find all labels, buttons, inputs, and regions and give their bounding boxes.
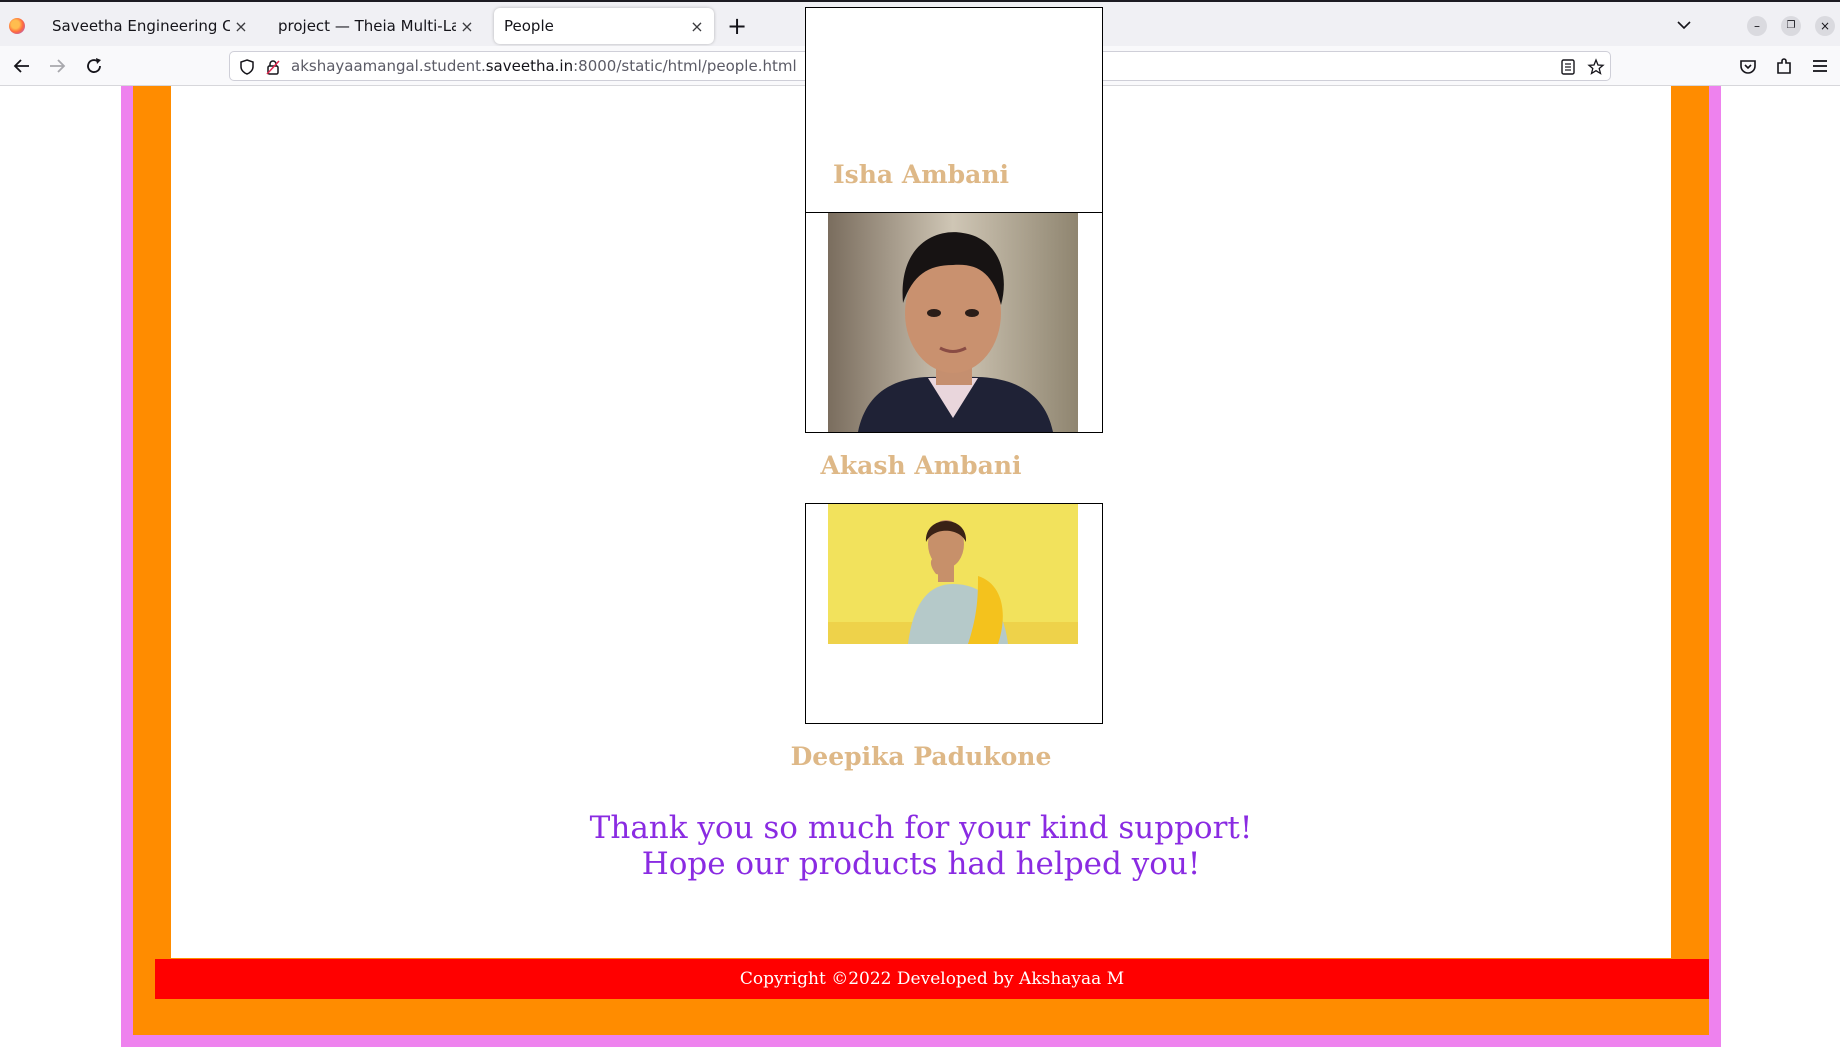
page-outer-border: Isha Ambani Akash Ambani Deepika Padukon… [121,7,1721,1047]
lock-icon[interactable] [264,58,282,76]
url-prefix: akshayaamangal.student. [291,57,486,75]
url-text[interactable]: akshayaamangal.student.saveetha.in:8000/… [291,57,797,75]
tab-label: People [504,17,554,35]
tab-saveetha[interactable]: Saveetha Engineering Colleg × [42,8,258,44]
person-name: Isha Ambani [832,160,1010,189]
minimize-icon[interactable]: – [1747,16,1767,36]
extensions-icon[interactable] [1772,54,1796,78]
person-name: Deepika Padukone [790,742,1052,771]
reload-icon[interactable] [82,54,106,78]
tab-project[interactable]: project — Theia Multi-Langu × [268,8,484,44]
reader-view-icon[interactable] [1559,58,1577,76]
tab-label: project — Theia Multi-Langu [278,17,456,35]
thanks-message-line1: Thank you so much for your kind support! [589,810,1253,846]
person-name: Akash Ambani [820,451,1022,480]
forward-icon[interactable] [45,54,69,78]
content-area: Isha Ambani Akash Ambani Deepika Padukon… [171,7,1671,958]
url-host: saveetha.in [485,57,574,75]
close-icon[interactable]: × [690,17,704,36]
thanks-message-line2: Hope our products had helped you! [641,846,1201,882]
menu-icon[interactable] [1808,54,1832,78]
url-suffix: :8000/static/html/people.html [573,57,797,75]
pocket-icon[interactable] [1736,54,1760,78]
photo-frame-deepika [805,503,1103,724]
restore-icon[interactable]: ❐ [1781,16,1801,36]
page-inner-border: Isha Ambani Akash Ambani Deepika Padukon… [133,7,1709,1035]
star-icon[interactable] [1587,58,1605,76]
akash-photo [828,213,1078,432]
deepika-photo [828,504,1078,644]
tab-people[interactable]: People × [494,8,714,44]
close-icon[interactable]: × [234,17,248,36]
photo-frame-akash [805,212,1103,433]
tab-label: Saveetha Engineering Colleg [52,17,230,35]
plus-icon[interactable]: + [727,12,747,40]
firefox-logo-icon [9,18,25,34]
close-icon[interactable]: × [1815,16,1835,36]
back-icon[interactable] [10,54,34,78]
close-icon[interactable]: × [460,17,474,36]
shield-icon[interactable] [238,58,256,76]
photo-frame-isha [805,7,1103,228]
footer: Copyright ©2022 Developed by Akshayaa M [155,959,1709,999]
chevron-down-icon[interactable] [1674,15,1694,35]
